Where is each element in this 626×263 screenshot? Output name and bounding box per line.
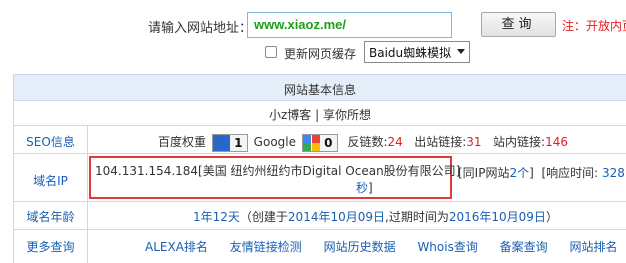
link-history[interactable]: 网站历史数据 xyxy=(324,240,396,254)
ip-address: 104.131.154.184[美国 纽约州纽约市Digital Ocean股份… xyxy=(95,164,461,178)
divider xyxy=(13,100,626,101)
divider xyxy=(13,201,626,202)
age-close: ） xyxy=(545,210,558,224)
link-whois[interactable]: Whois查询 xyxy=(417,240,477,254)
refresh-cache-checkbox[interactable] xyxy=(265,46,277,58)
more-query-links: ALEXA排名 友情链接检测 网站历史数据 Whois查询 备案查询 网站排名 xyxy=(145,238,626,255)
same-ip-prefix: [同IP网站 xyxy=(458,166,510,180)
google-label: Google xyxy=(253,135,296,149)
link-site-rank[interactable]: 网站排名 xyxy=(570,240,618,254)
response-time-unit: 秒] xyxy=(356,179,373,196)
created-prefix: （创建于 xyxy=(239,210,288,224)
site-subtitle: 小z博客 | 享你所想 xyxy=(269,108,371,122)
row-label-seo: SEO信息 xyxy=(26,135,75,149)
ip-extra-info: [同IP网站2个] [响应时间: 328 xyxy=(458,164,625,181)
refresh-cache-label[interactable]: 更新网页缓存 xyxy=(284,45,356,62)
outlinks-count[interactable]: 31 xyxy=(466,135,481,149)
created-date: 2014年10月09日 xyxy=(287,210,386,224)
response-unit: 秒 xyxy=(356,181,369,195)
notice-text: 注：开放内页 xyxy=(562,19,626,33)
link-icp[interactable]: 备案查询 xyxy=(500,240,548,254)
divider xyxy=(13,229,626,230)
row-label-more: 更多查询 xyxy=(26,240,75,254)
spider-select-value: Baidu蜘蛛模拟 xyxy=(369,46,452,60)
google-rank-value: 0 xyxy=(319,134,337,151)
same-ip-suffix: ] xyxy=(529,166,534,180)
chevron-down-icon xyxy=(457,49,465,54)
seo-info: 百度权重 🐾 1 Google 0 反链数:24 出站链接:31 站内链接:146 xyxy=(158,133,568,152)
query-button[interactable]: 查询 xyxy=(481,12,556,37)
row-label-domain-ip: 域名IP xyxy=(33,174,68,188)
google-g-icon xyxy=(302,134,320,151)
backlinks-count[interactable]: 24 xyxy=(388,135,403,149)
link-friend-links[interactable]: 友情链接检测 xyxy=(230,240,302,254)
url-input[interactable]: www.xiaoz.me/ xyxy=(247,12,452,38)
inlinks-count[interactable]: 146 xyxy=(545,135,568,149)
expire-date: 2016年10月09日 xyxy=(448,210,546,224)
spider-select[interactable]: Baidu蜘蛛模拟 xyxy=(364,41,470,63)
response-time-value: 328 xyxy=(602,166,625,180)
response-time-label: [响应时间: xyxy=(541,166,599,180)
divider xyxy=(13,125,626,126)
expire-prefix: ,过期时间为 xyxy=(385,210,449,224)
domain-age: 1年12天 xyxy=(193,210,240,224)
baidu-weight-label: 百度权重 xyxy=(158,135,207,149)
outlinks-label: 出站链接: xyxy=(414,135,467,149)
same-ip-link[interactable]: 2个 xyxy=(509,166,529,180)
link-alexa[interactable]: ALEXA排名 xyxy=(145,240,208,254)
table-title: 网站基本信息 xyxy=(283,83,356,97)
divider xyxy=(13,153,626,154)
google-rank-badge[interactable]: 0 xyxy=(301,133,338,152)
domain-age-info: 1年12天（创建于2014年10月09日,过期时间为2016年10月09日） xyxy=(193,208,558,225)
baidu-rank-badge[interactable]: 🐾 1 xyxy=(211,133,248,152)
inlinks-label: 站内链接: xyxy=(493,135,546,149)
column-divider xyxy=(87,125,88,263)
row-label-domain-age: 域名年龄 xyxy=(26,210,75,224)
response-close: ] xyxy=(368,181,373,195)
backlinks-label: 反链数: xyxy=(347,135,388,149)
baidu-paw-icon: 🐾 xyxy=(212,134,230,151)
baidu-rank-value: 1 xyxy=(229,134,247,151)
url-label: 请输入网站地址： xyxy=(148,21,253,36)
